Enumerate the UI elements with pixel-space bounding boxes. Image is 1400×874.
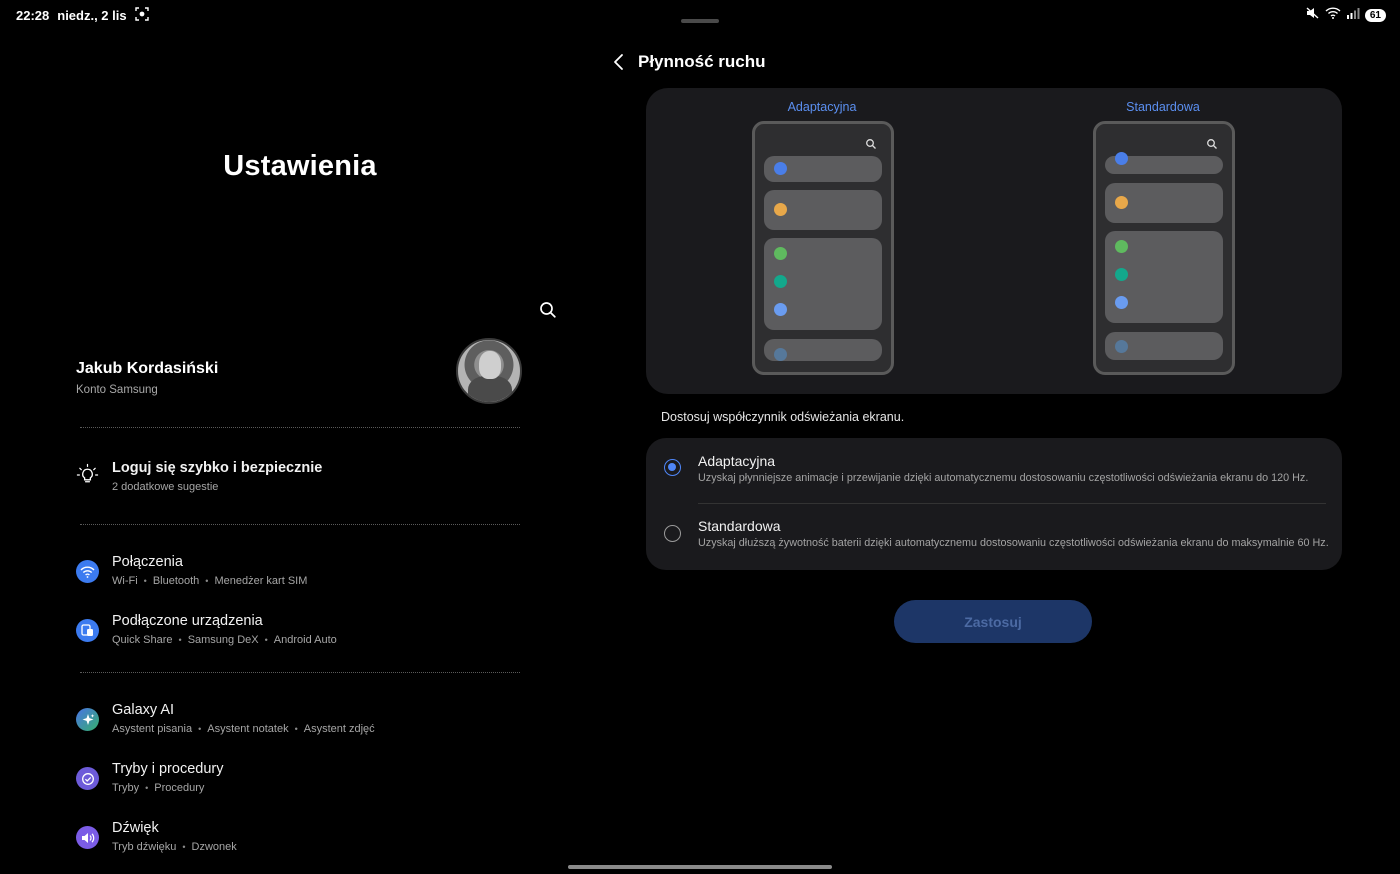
radio-adaptive[interactable] [664,459,681,476]
divider [80,427,520,428]
modes-icon [76,767,99,790]
avatar[interactable] [456,338,522,404]
settings-item-modes-routines[interactable]: Tryby i procedury Tryby • Procedury [76,761,536,809]
suggestion-subtitle: 2 dodatkowe sugestie [112,481,219,493]
search-icon [1207,139,1217,149]
wifi-icon [76,560,99,583]
status-date: niedz., 2 lis [57,8,127,23]
option-description: Uzyskaj płynniejsze animacje i przewijan… [698,472,1309,484]
settings-item-title: Połączenia [112,554,183,570]
settings-item-title: Podłączone urządzenia [112,613,263,629]
settings-item-galaxy-ai[interactable]: Galaxy AI Asystent pisania • Asystent nota… [76,702,536,750]
suggestion-title: Loguj się szybko i bezpiecznie [112,460,323,476]
option-description: Uzyskaj dłuższą żywotność baterii dzięki… [698,537,1329,549]
settings-item-subtitle: Tryby • Procedury [112,782,205,794]
motion-smoothness-panel: Płynność ruchu Adaptacyjna Standardowa D… [600,32,1400,874]
search-button[interactable] [536,298,560,322]
apply-button[interactable]: Zastosuj [894,600,1092,643]
page-title: Ustawienia [223,150,377,182]
settings-item-connections[interactable]: Połączenia Wi-Fi • Bluetooth • Menedżer kart… [76,554,536,602]
mute-icon [1306,6,1320,24]
split-handle[interactable] [681,19,719,23]
settings-item-subtitle: Quick Share • Samsung DeX • Android Auto [112,634,337,646]
settings-item-title: Galaxy AI [112,702,175,718]
refresh-rate-preview: Adaptacyjna Standardowa [646,88,1342,394]
settings-item-connected-devices[interactable]: Podłączone urządzenia Quick Share • Samsun… [76,613,536,661]
divider [80,672,520,673]
option-title: Adaptacyjna [698,453,776,469]
refresh-rate-options: Adaptacyjna Uzyskaj płynniejsze animacje… [646,438,1342,570]
settings-item-sound[interactable]: Dźwięk Tryb dźwięku • Dzwonek [76,820,536,868]
preview-label-standard: Standardowa [1126,100,1200,114]
sound-icon [76,826,99,849]
option-title: Standardowa [698,518,781,534]
phone-preview-standard [1093,121,1235,375]
profile-row[interactable]: Jakub Kordasiński Konto Samsung [76,338,524,410]
signal-icon [1346,6,1360,24]
settings-item-subtitle: Tryb dźwięku • Dzwonek [112,841,237,853]
settings-item-subtitle: Wi-Fi • Bluetooth • Menedżer kart SIM [112,575,308,587]
back-button[interactable] [608,50,630,74]
option-adaptive[interactable]: Adaptacyjna Uzyskaj płynniejsze animacje… [646,438,1342,504]
navigation-handle[interactable] [568,865,832,869]
profile-account: Konto Samsung [76,384,158,396]
wifi-status-icon [1325,6,1341,24]
detail-title: Płynność ruchu [638,52,766,71]
profile-name: Jakub Kordasiński [76,360,219,377]
settings-panel: Ustawienia Jakub Kordasiński Konto Samsu… [0,32,600,874]
option-standard[interactable]: Standardowa Uzyskaj dłuższą żywotność ba… [646,504,1342,570]
search-icon [540,302,556,318]
search-icon [866,139,876,149]
sparkle-icon [76,708,99,731]
chevron-left-icon [614,54,623,70]
devices-icon [76,619,99,642]
settings-item-title: Tryby i procedury [112,761,224,777]
screenshot-icon [134,7,149,24]
battery-indicator: 61 [1364,8,1386,22]
status-bar: 22:28 niedz., 2 lis 61 [0,0,1400,32]
settings-item-title: Dźwięk [112,820,159,836]
phone-preview-adaptive [752,121,894,375]
settings-item-subtitle: Asystent pisania • Asystent notatek • Asyste… [112,723,375,735]
preview-label-adaptive: Adaptacyjna [787,100,857,114]
divider [80,524,520,525]
suggestion-row[interactable]: Loguj się szybko i bezpiecznie 2 dodatko… [76,460,536,508]
refresh-rate-description: Dostosuj współczynnik odświeżania ekranu… [661,410,905,424]
status-time: 22:28 [16,8,50,23]
radio-standard[interactable] [664,525,681,542]
lightbulb-icon [76,463,99,486]
